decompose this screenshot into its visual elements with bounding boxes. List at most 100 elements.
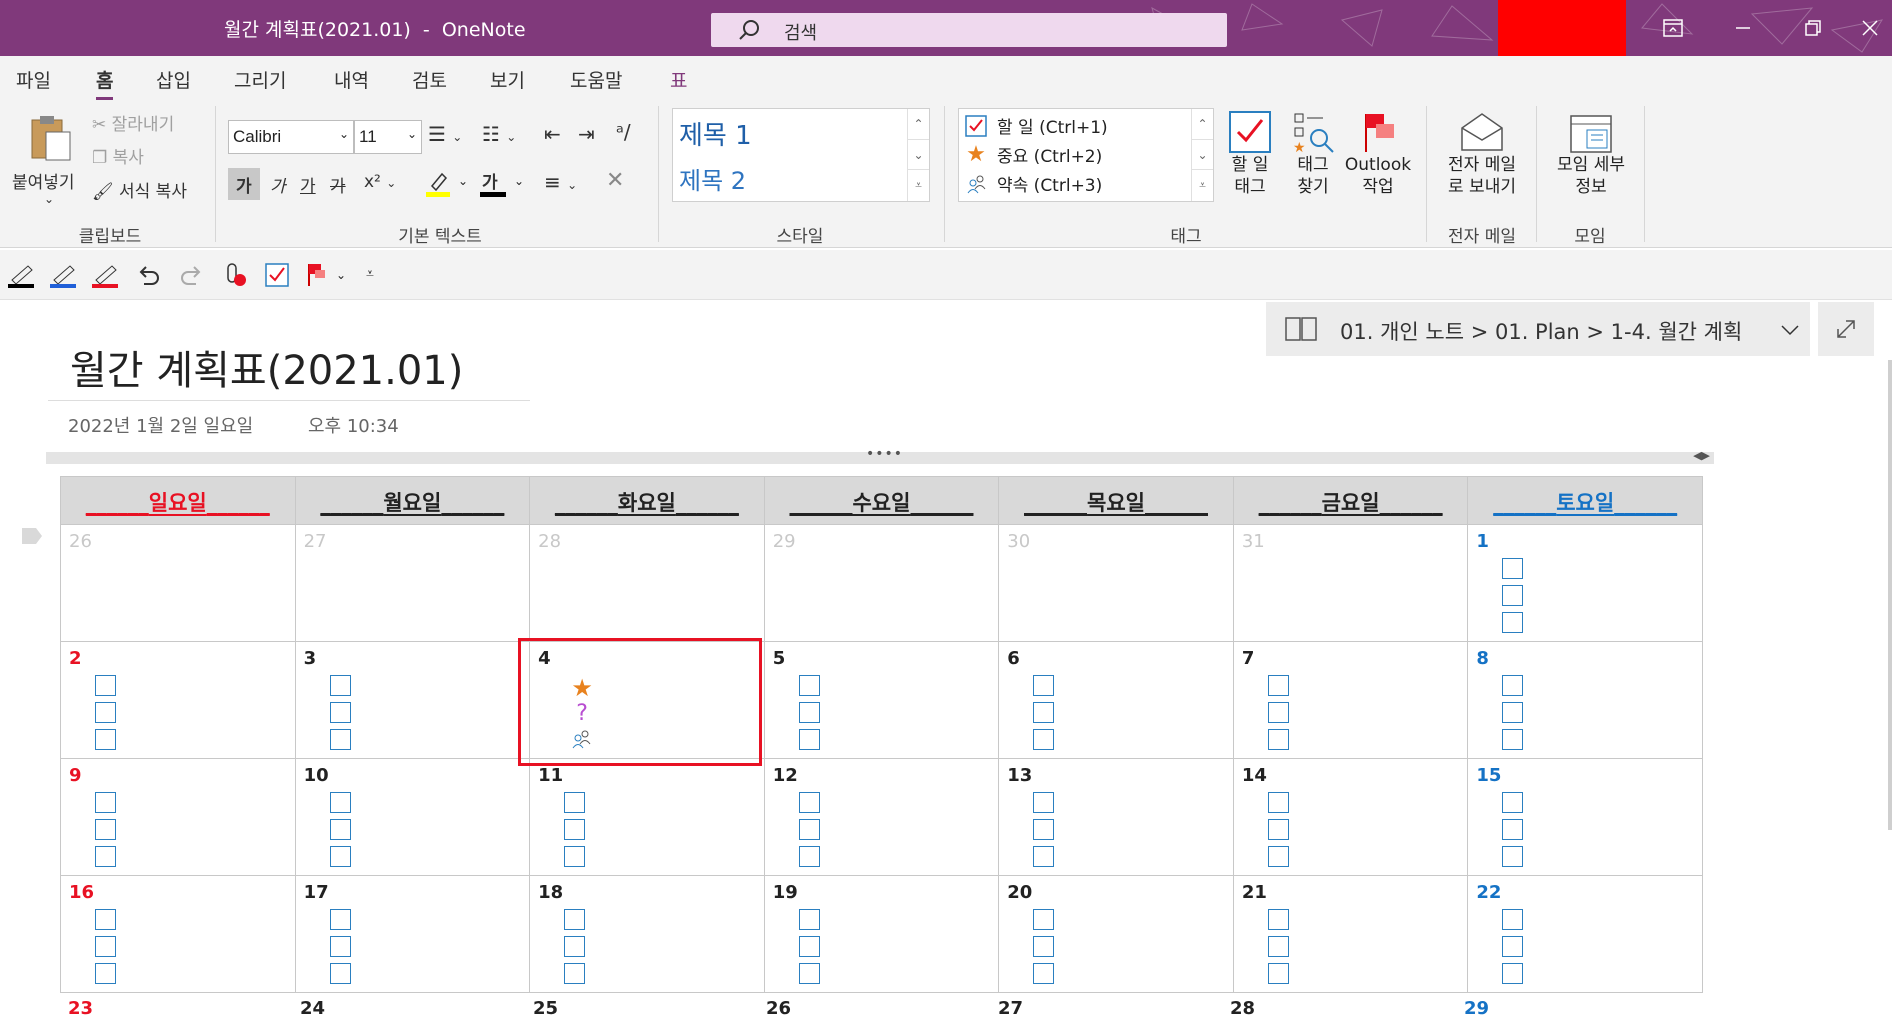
close-button[interactable] [1848, 0, 1892, 56]
todo-checkbox[interactable] [95, 792, 116, 813]
calendar-day-cell[interactable]: 19 [763, 875, 1000, 993]
todo-checkbox[interactable] [95, 846, 116, 867]
calendar-day-cell[interactable]: 29 [763, 524, 1000, 642]
tag-important[interactable]: ★ 중요 (Ctrl+2) [965, 142, 1102, 167]
todo-checkbox[interactable] [95, 909, 116, 930]
todo-checkbox[interactable] [329, 846, 351, 867]
calendar-day-cell[interactable]: 16 [60, 875, 296, 993]
todo-checkbox[interactable] [1267, 792, 1289, 813]
chevron-down-icon[interactable]: ⌄ [908, 139, 929, 169]
todo-checkbox[interactable] [95, 729, 116, 750]
paragraph-handle-icon[interactable] [22, 528, 42, 544]
calendar-day-cell[interactable]: 7 [1232, 641, 1469, 759]
todo-checkbox[interactable] [798, 909, 820, 930]
calendar-day-cell[interactable]: 21 [1232, 875, 1469, 993]
italic-button[interactable]: 가 [270, 172, 286, 197]
touch-mode-button[interactable] [222, 262, 248, 292]
calendar-day-cell[interactable]: 6 [998, 641, 1234, 759]
tab-draw[interactable]: 그리기 [234, 66, 286, 93]
calendar-day-cell[interactable]: 15 [1467, 758, 1703, 876]
todo-checkbox[interactable] [329, 792, 351, 813]
todo-checkbox[interactable] [1267, 936, 1289, 957]
paste-button[interactable]: 붙여넣기 ⌄ [8, 108, 84, 208]
todo-checkbox[interactable] [1033, 909, 1055, 930]
todo-checkbox[interactable] [95, 963, 116, 984]
todo-checkbox[interactable] [1033, 846, 1055, 867]
header-sunday[interactable]: ______일요일______ [60, 476, 296, 525]
todo-checkbox[interactable] [1502, 558, 1524, 579]
todo-checkbox[interactable] [798, 819, 820, 840]
page-title[interactable]: 월간 계획표(2021.01) [70, 338, 463, 396]
meeting-details-button[interactable]: 모임 세부 정보 [1546, 110, 1636, 198]
calendar-day-cell[interactable]: 31 [1232, 524, 1469, 642]
day-number[interactable]: 26 [766, 998, 791, 1019]
todo-checkbox[interactable] [1267, 675, 1289, 696]
todo-checkbox[interactable] [798, 792, 820, 813]
calendar-day-cell[interactable]: 5 [763, 641, 1000, 759]
style-heading-1[interactable]: 제목 1 [679, 115, 752, 152]
calendar-day-cell[interactable]: 28 [529, 524, 765, 642]
calendar-day-cell[interactable]: 22 [1467, 875, 1703, 993]
todo-checkbox[interactable] [95, 936, 116, 957]
calendar-day-cell[interactable]: 12 [763, 758, 1000, 876]
todo-checkbox[interactable] [798, 729, 820, 750]
calendar-day-cell[interactable]: 10 [294, 758, 531, 876]
todo-checkbox[interactable] [329, 819, 351, 840]
breadcrumb[interactable]: 01. 개인 노트 > 01. Plan > 1-4. 월간 계획 [1340, 316, 1742, 346]
todo-checkbox[interactable] [1033, 936, 1055, 957]
todo-checkbox[interactable] [798, 936, 820, 957]
font-size-combo[interactable]: 11 ⌄ [354, 120, 422, 154]
todo-checkbox[interactable] [329, 936, 351, 957]
todo-checkbox[interactable] [329, 909, 351, 930]
red-pen-button[interactable] [92, 262, 120, 292]
restore-button[interactable] [1778, 0, 1848, 56]
todo-checkbox[interactable] [564, 819, 586, 840]
customize-toolbar-icon[interactable]: ⩡ [366, 266, 374, 282]
calendar-day-cell[interactable]: 2 [60, 641, 296, 759]
calendar-day-cell[interactable]: 1 [1467, 524, 1703, 642]
todo-checkbox[interactable] [1502, 936, 1524, 957]
calendar-day-cell[interactable]: 17 [294, 875, 531, 993]
todo-checkbox[interactable] [1502, 729, 1524, 750]
email-page-button[interactable]: 전자 메일 로 보내기 [1436, 110, 1528, 198]
todo-checkbox[interactable] [564, 909, 586, 930]
todo-checkbox[interactable] [95, 702, 116, 723]
full-page-button[interactable] [1818, 302, 1874, 356]
tags-scroll[interactable]: ⌃ ⌄ ⩡ [1191, 109, 1213, 201]
highlight-button[interactable]: ⌄ [424, 170, 468, 202]
bullets-button[interactable]: ☰ ⌄ [428, 122, 462, 146]
tab-view[interactable]: 보기 [490, 66, 525, 93]
tab-review[interactable]: 검토 [412, 66, 447, 93]
cut-button[interactable]: ✂ 잘라내기 [92, 110, 174, 135]
todo-checkbox[interactable] [1502, 963, 1524, 984]
styles-gallery[interactable]: 제목 1 제목 2 ⌃ ⌄ ⩡ [672, 108, 930, 202]
todo-checkbox[interactable] [329, 675, 351, 696]
tab-table[interactable]: 표 [670, 66, 687, 93]
chevron-up-icon[interactable]: ⌃ [908, 109, 929, 139]
resize-arrows-icon[interactable]: ◀▶ [1693, 449, 1710, 462]
day-number[interactable]: 23 [68, 998, 93, 1019]
day-number[interactable]: 27 [998, 998, 1023, 1019]
todo-checkbox[interactable] [564, 963, 586, 984]
day-number[interactable]: 28 [1230, 998, 1255, 1019]
chevron-up-icon[interactable]: ⌃ [1192, 109, 1213, 139]
increase-indent-button[interactable]: ⇥ [578, 122, 595, 146]
todo-checkbox[interactable] [329, 729, 351, 750]
todo-checkbox[interactable] [1267, 846, 1289, 867]
decrease-indent-button[interactable]: ⇤ [544, 122, 561, 146]
day-number[interactable]: 29 [1464, 998, 1489, 1019]
todo-checkbox[interactable] [1033, 792, 1055, 813]
todo-checkbox[interactable] [798, 675, 820, 696]
header-wednesday[interactable]: ______수요일______ [763, 476, 1000, 525]
outlook-tasks-button[interactable]: Outlook 작업 [1340, 110, 1416, 198]
blue-pen-button[interactable] [50, 262, 78, 292]
undo-button[interactable] [136, 262, 162, 292]
tab-file[interactable]: 파일 [16, 66, 51, 93]
todo-checkbox[interactable] [564, 936, 586, 957]
chevron-down-icon[interactable]: ⌄ [1192, 139, 1213, 169]
calendar-day-cell[interactable]: 30 [998, 524, 1234, 642]
todo-checkbox[interactable] [95, 819, 116, 840]
todo-checkbox[interactable] [95, 675, 116, 696]
search-box[interactable]: 검색 [711, 13, 1227, 47]
todo-checkbox[interactable] [329, 963, 351, 984]
